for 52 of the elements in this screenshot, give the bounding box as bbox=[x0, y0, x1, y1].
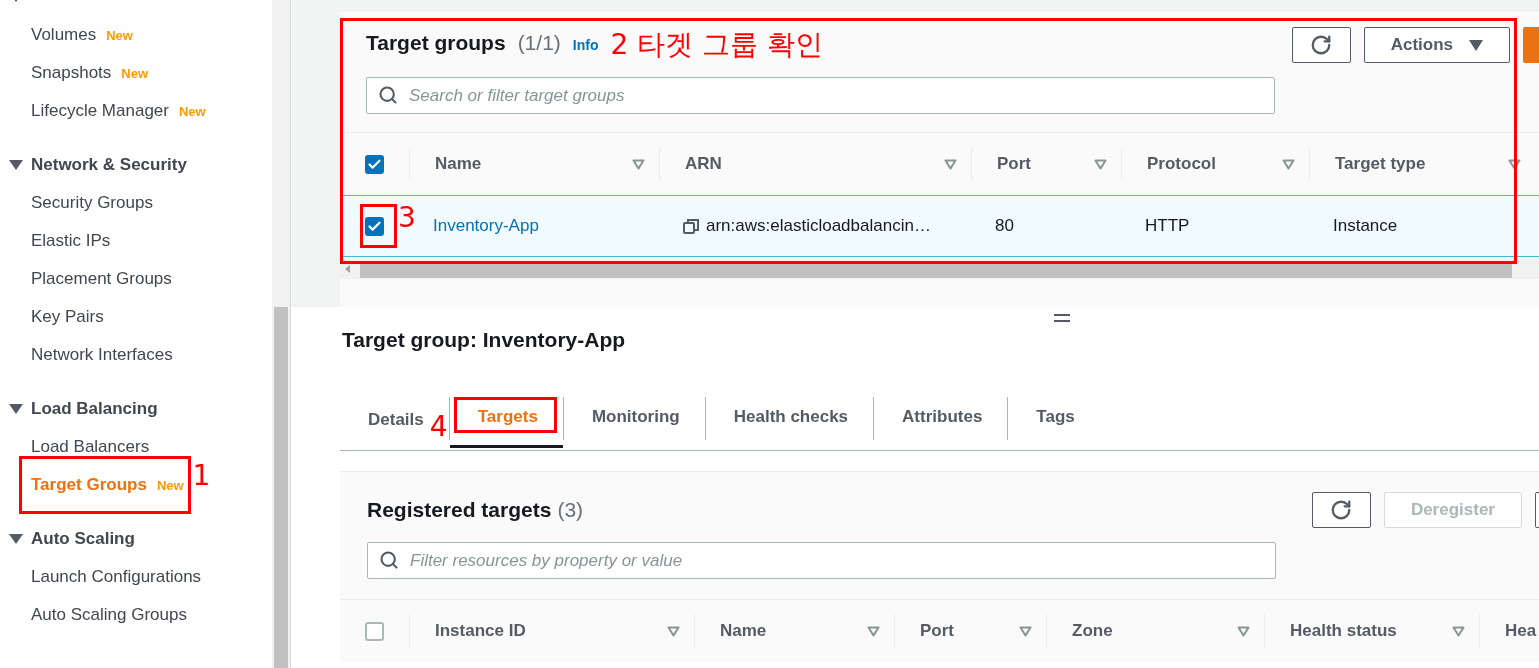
annotation-label: 3 bbox=[398, 203, 416, 232]
column-header[interactable]: Protocol bbox=[1147, 154, 1216, 174]
sidebar-item[interactable]: Snapshots bbox=[31, 63, 112, 83]
target-group-link[interactable]: Inventory-App bbox=[433, 216, 539, 236]
section-heading[interactable]: Auto Scaling bbox=[31, 529, 135, 549]
new-label: New bbox=[156, 477, 184, 493]
filter-field[interactable]: Filter resources by property or value bbox=[367, 542, 1276, 579]
sidebar-item[interactable]: Key Pairs bbox=[31, 307, 104, 327]
table-cell: Instance bbox=[1333, 216, 1398, 236]
tab[interactable]: Health checks bbox=[705, 389, 874, 448]
sidebar-item[interactable]: Network Interfaces bbox=[31, 345, 173, 365]
sidebar-item[interactable]: Auto Scaling Groups bbox=[31, 605, 187, 625]
sidebar-item[interactable]: Placement Groups bbox=[31, 269, 172, 289]
sidebar-item[interactable]: Volumes bbox=[31, 25, 97, 45]
column-header[interactable]: Instance ID bbox=[435, 621, 526, 641]
column-header[interactable]: Name bbox=[720, 621, 767, 641]
sidebar-item[interactable]: Lifecycle Manager bbox=[31, 101, 169, 121]
section-heading[interactable]: Load Balancing bbox=[31, 399, 158, 419]
item-count: (1/1) bbox=[517, 31, 561, 55]
panel-title: Registered targets bbox=[367, 498, 552, 522]
sidebar-item[interactable]: Launch Configurations bbox=[31, 567, 202, 587]
column-header[interactable]: Health status bbox=[1290, 621, 1397, 641]
search-field[interactable]: Search or filter target groups bbox=[366, 77, 1275, 114]
column-header[interactable]: Target type bbox=[1335, 154, 1426, 174]
column-header[interactable]: Port bbox=[997, 154, 1031, 174]
new-label: New bbox=[121, 65, 149, 81]
annotation-label: 1 bbox=[192, 462, 211, 490]
new-label: New bbox=[178, 103, 206, 119]
annotation-label: 4 bbox=[429, 413, 448, 441]
table-cell: 80 bbox=[995, 216, 1014, 236]
section-heading[interactable]: Network & Security bbox=[31, 155, 187, 175]
new-label: New bbox=[106, 27, 133, 43]
sidebar-item[interactable]: Load Balancers bbox=[31, 437, 150, 457]
panel-title: Target groups bbox=[366, 31, 506, 55]
sidebar-item[interactable]: Security Groups bbox=[31, 193, 153, 213]
table-cell: arn:aws:elasticloadbalancin… bbox=[706, 216, 931, 236]
tab[interactable]: Attributes bbox=[874, 389, 1008, 448]
annotation-label: 2 타겟 그룹 확인 bbox=[610, 31, 823, 59]
item-count: (3) bbox=[557, 498, 584, 522]
column-header[interactable]: Name bbox=[435, 154, 482, 174]
table-row[interactable]: 3 Inventory-App arn:aws:elasticloadbalancin… 80 HTTP Instance bbox=[340, 195, 1539, 257]
detail-title: Target group: Inventory-App bbox=[342, 328, 627, 353]
actions-button[interactable]: Actions bbox=[1363, 27, 1510, 63]
tab[interactable]: Tags bbox=[1008, 389, 1100, 448]
column-header[interactable]: Zone bbox=[1072, 621, 1113, 641]
sidebar-item[interactable]: Elastic IPs bbox=[31, 231, 111, 251]
tab[interactable]: Monitoring bbox=[563, 389, 705, 448]
column-header[interactable]: Hea bbox=[1505, 621, 1537, 641]
column-header[interactable]: ARN bbox=[685, 154, 722, 174]
info-link[interactable]: Info bbox=[572, 37, 599, 53]
column-header[interactable]: Port bbox=[920, 621, 954, 641]
table-cell: HTTP bbox=[1145, 216, 1190, 236]
